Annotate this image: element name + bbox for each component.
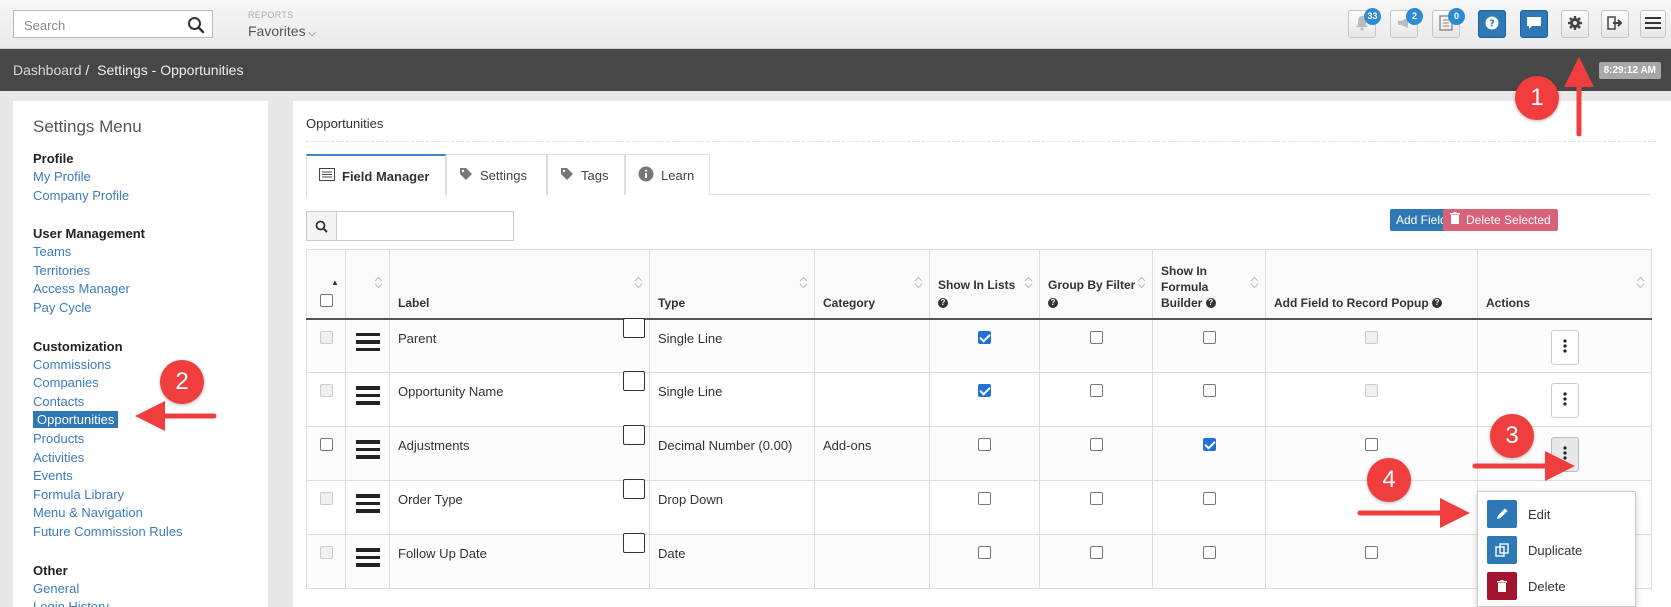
annotation-badge-2: 2: [160, 360, 204, 404]
annotation-badge-4: 4: [1367, 458, 1411, 502]
annotation-badge-1: 1: [1515, 76, 1559, 120]
annotation-badge-3: 3: [1490, 414, 1534, 458]
annotation-arrows: [135, 57, 1594, 528]
